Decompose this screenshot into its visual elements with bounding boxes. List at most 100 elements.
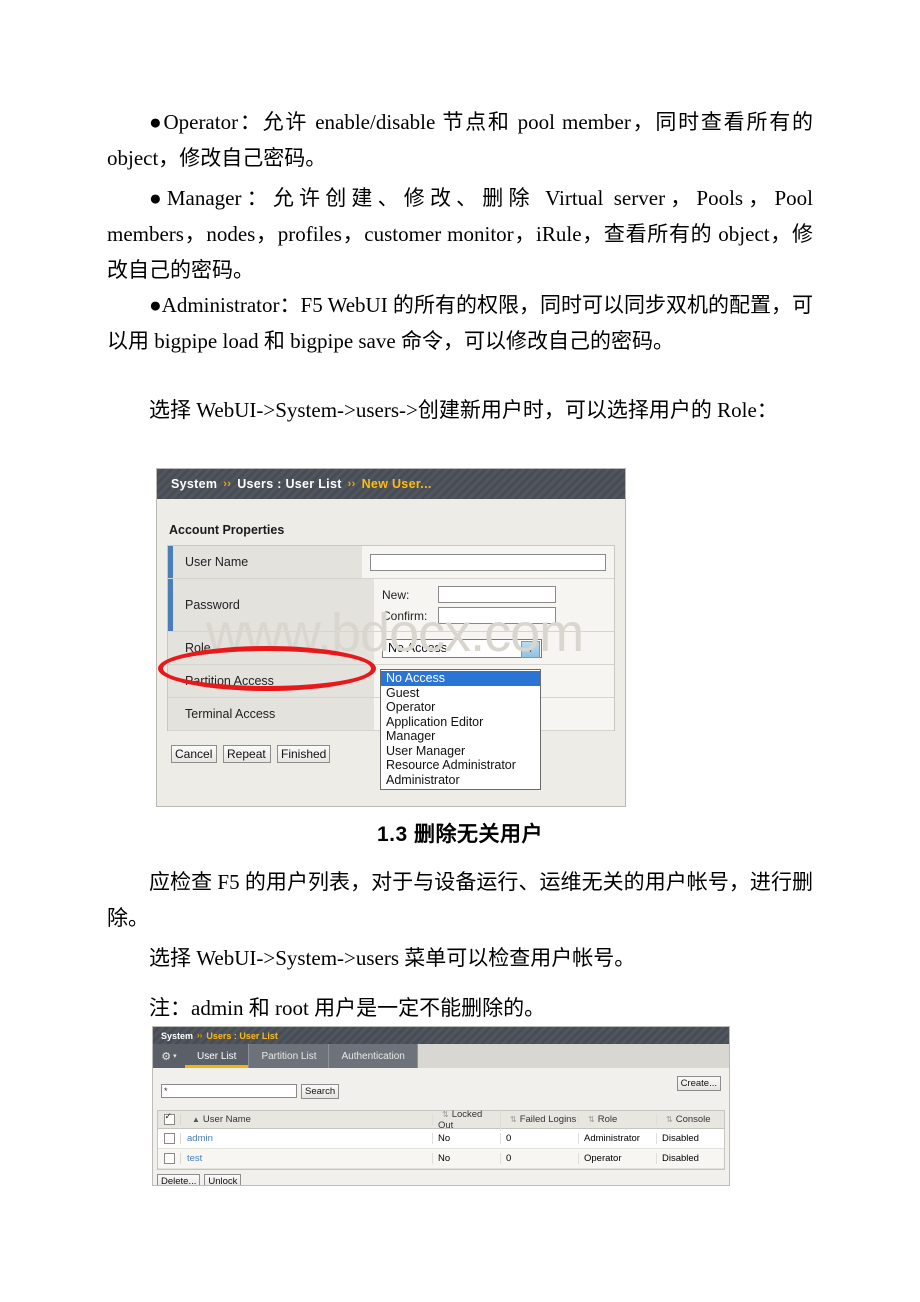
repeat-button[interactable]: Repeat bbox=[223, 745, 271, 763]
sort-icon: ⇅ bbox=[442, 1109, 449, 1119]
role-option-no-access[interactable]: No Access bbox=[381, 671, 540, 686]
column-user-name-label: User Name bbox=[202, 1114, 251, 1125]
cell-role-admin: Administrator bbox=[579, 1133, 657, 1144]
gear-icon[interactable]: ⚙ ▾ bbox=[153, 1044, 185, 1068]
cell-locked-out-admin: No bbox=[433, 1133, 501, 1144]
checkbox-icon-test bbox=[163, 1153, 175, 1164]
column-failed-logins[interactable]: ⇅ Failed Logins bbox=[501, 1114, 579, 1125]
role-option-operator[interactable]: Operator bbox=[381, 700, 540, 715]
breadcrumb-middle[interactable]: Users : User List bbox=[237, 477, 341, 491]
role-dropdown-list[interactable]: No Access Guest Operator Application Edi… bbox=[380, 669, 541, 790]
section-heading: 1.3 删除无关用户 bbox=[376, 823, 544, 846]
sort-icon-2: ⇅ bbox=[510, 1115, 517, 1124]
column-user-name[interactable]: ▲ User Name bbox=[181, 1114, 433, 1125]
row-password: Password New: Confirm: bbox=[168, 579, 614, 632]
value-password: New: Confirm: bbox=[374, 579, 614, 631]
sort-icon-4: ⇅ bbox=[666, 1115, 673, 1124]
breadcrumb-separator-icon-2: ›› bbox=[347, 478, 356, 490]
select-all-checkbox[interactable] bbox=[158, 1112, 181, 1125]
checkbox-icon-admin bbox=[163, 1133, 175, 1144]
checkbox-icon bbox=[163, 1112, 175, 1125]
breadcrumb-2-separator-icon: ›› bbox=[197, 1031, 203, 1040]
tab-bar: ⚙ ▾ User List Partition List Authenticati… bbox=[153, 1044, 729, 1068]
chevron-down-icon[interactable]: ▼ bbox=[521, 640, 540, 658]
row-role: Role No Access ▼ bbox=[168, 632, 614, 665]
cell-user-name-admin: admin bbox=[181, 1133, 433, 1144]
breadcrumb-2: System ›› Users : User List bbox=[153, 1027, 729, 1044]
finished-button[interactable]: Finished bbox=[277, 745, 330, 763]
cell-locked-out-test: No bbox=[433, 1153, 501, 1164]
role-option-guest[interactable]: Guest bbox=[381, 686, 540, 701]
paragraph-administrator: ●Administrator：F5 WebUI 的所有的权限，同时可以同步双机的… bbox=[107, 293, 813, 353]
column-console[interactable]: ⇅ Console bbox=[657, 1114, 724, 1125]
breadcrumb: System ›› Users : User List ›› New User.… bbox=[157, 469, 625, 499]
sort-asc-icon: ▲ bbox=[192, 1115, 200, 1124]
cell-failed-logins-admin: 0 bbox=[501, 1133, 579, 1144]
role-option-resource-administrator[interactable]: Resource Administrator bbox=[381, 758, 540, 773]
role-option-application-editor[interactable]: Application Editor bbox=[381, 715, 540, 730]
column-locked-out[interactable]: ⇅ Locked Out bbox=[433, 1108, 501, 1131]
user-table: ▲User Name ⇅Locked Out ⇅Failed Logins ⇅R… bbox=[157, 1108, 725, 1170]
user-link-admin[interactable]: admin bbox=[187, 1133, 213, 1144]
role-option-user-manager[interactable]: User Manager bbox=[381, 744, 540, 759]
breadcrumb-2-current: Users : User List bbox=[206, 1030, 278, 1041]
tab-user-list[interactable]: User List bbox=[185, 1044, 250, 1068]
chevron-down-icon-2: ▾ bbox=[173, 1053, 177, 1060]
role-select[interactable]: No Access ▼ bbox=[382, 638, 542, 658]
column-role[interactable]: ⇅ Role bbox=[579, 1114, 657, 1125]
search-row: Search Create... bbox=[153, 1068, 729, 1106]
column-failed-logins-label: Failed Logins bbox=[519, 1114, 577, 1125]
cell-console-admin: Disabled bbox=[662, 1133, 699, 1144]
paragraph-check-userlist: 应检查 F5 的用户列表，对于与设备运行、运维无关的用户帐号，进行删除。 bbox=[107, 870, 813, 930]
cancel-button[interactable]: Cancel bbox=[171, 745, 217, 763]
cell-failed-logins-test: 0 bbox=[501, 1153, 579, 1164]
table-row: admin No 0 Administrator Disabled bbox=[158, 1129, 724, 1149]
paragraph-operator: ●Operator：允许 enable/disable 节点和 pool mem… bbox=[107, 110, 813, 170]
user-name-input[interactable] bbox=[370, 553, 606, 571]
table-row: test No 0 Operator Disabled bbox=[158, 1149, 724, 1169]
cell-role-test: Operator bbox=[579, 1153, 657, 1164]
password-confirm-input[interactable] bbox=[438, 607, 556, 624]
tab-partition-list[interactable]: Partition List bbox=[249, 1044, 330, 1068]
paragraph-menu-path: 选择 WebUI->System->users 菜单可以检查用户帐号。 bbox=[149, 946, 636, 970]
label-role: Role bbox=[168, 632, 374, 664]
role-option-administrator[interactable]: Administrator bbox=[381, 773, 540, 788]
table-header-row: ▲User Name ⇅Locked Out ⇅Failed Logins ⇅R… bbox=[158, 1108, 724, 1131]
breadcrumb-root[interactable]: System bbox=[171, 477, 217, 491]
cell-console-test: Disabled bbox=[662, 1153, 699, 1164]
paragraph-role-select: 选择 WebUI->System->users->创建新用户时，可以选择用户的 … bbox=[149, 398, 778, 422]
value-user-name bbox=[362, 546, 614, 578]
column-console-label: Console bbox=[675, 1114, 711, 1125]
delete-button[interactable]: Delete... bbox=[157, 1174, 201, 1185]
section-title: Account Properties bbox=[169, 523, 285, 537]
value-role: No Access ▼ bbox=[374, 632, 614, 664]
password-new-input[interactable] bbox=[438, 586, 556, 603]
label-user-name: User Name bbox=[168, 546, 362, 578]
user-link-test[interactable]: test bbox=[187, 1153, 202, 1164]
table-action-buttons: Delete... Unlock bbox=[153, 1170, 729, 1185]
column-role-label: Role bbox=[597, 1114, 618, 1125]
tab-bar-filler bbox=[417, 1044, 729, 1068]
row-checkbox-test[interactable] bbox=[158, 1153, 181, 1164]
row-checkbox-admin[interactable] bbox=[158, 1133, 181, 1144]
search-input[interactable] bbox=[161, 1084, 297, 1098]
role-option-manager[interactable]: Manager bbox=[381, 729, 540, 744]
search-button[interactable]: Search bbox=[301, 1083, 340, 1099]
breadcrumb-separator-icon: ›› bbox=[223, 478, 232, 490]
sort-icon-3: ⇅ bbox=[588, 1115, 595, 1124]
create-button[interactable]: Create... bbox=[676, 1076, 721, 1091]
label-partition-access: Partition Access bbox=[168, 665, 374, 697]
tab-authentication[interactable]: Authentication bbox=[329, 1044, 418, 1068]
gear-glyph: ⚙ bbox=[161, 1050, 172, 1063]
breadcrumb-2-root[interactable]: System bbox=[161, 1031, 193, 1041]
tab-user-list-label: User List bbox=[197, 1050, 237, 1062]
paragraph-manager: ●Manager：允许创建、修改、删除 Virtual server，Pools… bbox=[107, 186, 813, 282]
tab-authentication-label: Authentication bbox=[341, 1050, 405, 1062]
role-select-value: No Access bbox=[388, 641, 448, 655]
user-list-screenshot: System ›› Users : User List ⚙ ▾ User List… bbox=[152, 1026, 730, 1186]
label-password-new: New: bbox=[382, 587, 410, 602]
paragraph-note: 注：admin 和 root 用户是一定不能删除的。 bbox=[149, 996, 546, 1020]
unlock-button[interactable]: Unlock bbox=[204, 1174, 242, 1185]
breadcrumb-current: New User... bbox=[361, 477, 432, 491]
cell-user-name-test: test bbox=[181, 1153, 433, 1164]
